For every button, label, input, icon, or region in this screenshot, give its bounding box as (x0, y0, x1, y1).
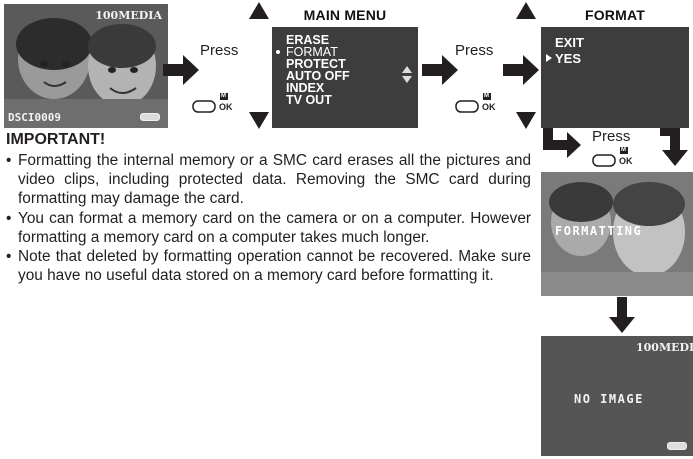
up-down-indicator-icon (402, 66, 412, 83)
note-item: You can format a memory card on the came… (6, 209, 531, 247)
selected-dot-icon (276, 50, 280, 54)
ok-label: OK (219, 102, 233, 112)
note-item: Formatting the internal memory or a SMC … (6, 151, 531, 209)
formatting-label: FORMATTING (555, 224, 643, 238)
scroll-down-icon (249, 112, 269, 129)
arrow-right-icon (163, 55, 199, 85)
main-menu-panel: MAIN MENU ERASE FORMAT PROTECT AUTO OFF … (272, 4, 418, 128)
m-label: M (221, 93, 226, 99)
format-menu-title: FORMAT (541, 4, 689, 27)
arrow-down-icon (609, 297, 635, 333)
ok-label: OK (482, 102, 496, 112)
scroll-down-icon (516, 112, 536, 129)
no-image-message: NO IMAGE (574, 392, 644, 406)
selected-arrow-icon (546, 54, 552, 62)
folder-label: 100MEDIA (636, 341, 693, 354)
menu-item-exit[interactable]: EXIT (555, 36, 584, 49)
press-label: Press (200, 42, 239, 59)
arrow-right-icon (422, 55, 458, 85)
folder-label: 100MEDIA (95, 9, 162, 22)
menu-item-yes[interactable]: YES (555, 52, 581, 65)
scroll-up-icon (516, 2, 536, 19)
photo-children (4, 4, 168, 128)
playback-screen: 100MEDIA DSCI0009 (4, 4, 168, 128)
format-menu-panel: FORMAT EXIT YES (541, 4, 689, 128)
ok-button-icon: M OK (592, 146, 633, 167)
formatting-screen: FORMATTING (541, 172, 693, 296)
bent-arrow-icon (543, 128, 581, 158)
ok-button-icon: M OK (455, 92, 496, 113)
scroll-up-icon (249, 2, 269, 19)
ok-label: OK (619, 156, 633, 166)
file-name: DSCI0009 (8, 111, 61, 124)
battery-icon (140, 113, 160, 121)
note-item: Note that deleted by formatting operatio… (6, 247, 531, 285)
notes-list: Formatting the internal memory or a SMC … (6, 151, 531, 285)
main-menu-title: MAIN MENU (272, 4, 418, 27)
m-label: M (484, 93, 489, 99)
press-label: Press (592, 128, 631, 145)
m-label: M (621, 147, 626, 153)
no-image-screen: 100MEDIA NO IMAGE (541, 336, 693, 456)
important-heading: IMPORTANT! (6, 131, 106, 148)
ok-button-icon: M OK (192, 92, 233, 113)
press-label: Press (455, 42, 494, 59)
bent-arrow-down-icon (660, 128, 688, 166)
arrow-right-icon (503, 55, 539, 85)
menu-item-tv-out[interactable]: TV OUT (286, 94, 332, 107)
battery-icon (667, 442, 687, 450)
